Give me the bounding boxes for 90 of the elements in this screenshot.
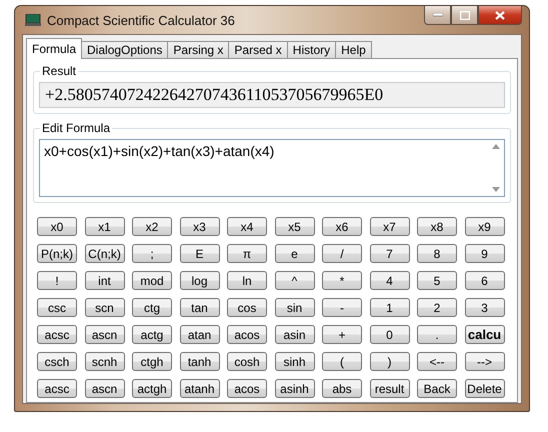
keypad-button[interactable]: ! <box>37 271 77 290</box>
keypad-button[interactable]: <-- <box>417 352 457 371</box>
keypad-button[interactable]: ( <box>322 352 362 371</box>
tab[interactable]: Help <box>335 41 372 59</box>
keypad-button[interactable]: - <box>322 298 362 317</box>
keypad-button[interactable]: π <box>227 244 267 263</box>
keypad-button[interactable]: acos <box>227 325 267 344</box>
keypad-button[interactable]: . <box>417 325 457 344</box>
keypad-button[interactable]: / <box>322 244 362 263</box>
keypad-button[interactable]: x6 <box>322 217 362 236</box>
keypad-button[interactable]: 5 <box>417 271 457 290</box>
keypad-button[interactable]: scnh <box>84 352 124 371</box>
keypad-button[interactable]: ascn <box>84 325 124 344</box>
keypad-button[interactable]: ln <box>227 271 267 290</box>
keypad-button[interactable]: 2 <box>417 298 457 317</box>
tab[interactable]: DialogOptions <box>81 41 168 59</box>
result-field: +2.58057407242264270743611053705679965E0 <box>39 82 505 108</box>
keypad-button[interactable]: * <box>322 271 362 290</box>
close-icon <box>495 10 505 20</box>
close-button[interactable] <box>478 6 522 25</box>
keypad-button[interactable]: actg <box>132 325 172 344</box>
keypad-button[interactable]: ctg <box>132 298 172 317</box>
keypad-button[interactable]: C(n;k) <box>84 244 124 263</box>
keypad-button[interactable]: ^ <box>274 271 314 290</box>
keypad-button[interactable]: scn <box>84 298 124 317</box>
minimize-icon <box>432 13 442 17</box>
keypad-button[interactable]: 1 <box>370 298 410 317</box>
tab[interactable]: Formula <box>26 38 82 59</box>
keypad-button[interactable]: csc <box>37 298 77 317</box>
maximize-button[interactable] <box>451 6 478 25</box>
tab[interactable]: History <box>286 41 336 59</box>
keypad-button[interactable]: sin <box>274 298 314 317</box>
keypad-button[interactable]: abs <box>322 379 362 398</box>
keypad-button[interactable]: 7 <box>370 244 410 263</box>
scroll-down-icon[interactable] <box>492 187 500 192</box>
minimize-button[interactable] <box>424 6 451 25</box>
keypad-button[interactable]: asinh <box>274 379 314 398</box>
keypad-button[interactable]: x4 <box>227 217 267 236</box>
keypad-button[interactable]: tanh <box>180 352 220 371</box>
keypad-button[interactable]: Back <box>417 379 457 398</box>
group-label: Edit Formula <box>40 121 112 135</box>
keypad-button[interactable]: x0 <box>37 217 77 236</box>
tab[interactable]: Parsing x <box>167 41 230 59</box>
keypad-button[interactable]: sinh <box>274 352 314 371</box>
window-title: Compact Scientific Calculator 36 <box>47 12 235 28</box>
keypad-button[interactable]: int <box>84 271 124 290</box>
keypad-button[interactable]: 6 <box>464 271 504 290</box>
keypad-button[interactable]: e <box>274 244 314 263</box>
keypad-button[interactable]: x3 <box>180 217 220 236</box>
keypad-button[interactable]: tan <box>180 298 220 317</box>
keypad-button[interactable]: acos <box>227 379 267 398</box>
keypad-button[interactable]: atan <box>180 325 220 344</box>
keypad-button[interactable]: 3 <box>464 298 504 317</box>
keypad-button[interactable]: x7 <box>370 217 410 236</box>
keypad-button[interactable]: acsc <box>37 325 77 344</box>
tab[interactable]: Parsed x <box>228 41 288 59</box>
keypad-button[interactable]: acsc <box>37 379 77 398</box>
keypad-button[interactable]: x8 <box>417 217 457 236</box>
keypad-button[interactable]: x9 <box>464 217 504 236</box>
formula-input[interactable]: x0+cos(x1)+sin(x2)+tan(x3)+atan(x4) <box>39 139 505 197</box>
keypad-button[interactable]: log <box>180 271 220 290</box>
keypad-button[interactable]: atanh <box>180 379 220 398</box>
keypad-button[interactable]: --> <box>464 352 504 371</box>
keypad-button[interactable]: 9 <box>464 244 504 263</box>
keypad-button[interactable]: asin <box>274 325 314 344</box>
keypad-button[interactable]: csch <box>37 352 77 371</box>
keypad-button[interactable]: ; <box>132 244 172 263</box>
keypad-button[interactable]: P(n;k) <box>37 244 77 263</box>
keypad-button[interactable]: 0 <box>370 325 410 344</box>
calculator-icon <box>25 14 41 26</box>
keypad-button[interactable]: result <box>370 379 410 398</box>
keypad-button[interactable]: + <box>322 325 362 344</box>
keypad-button[interactable]: ) <box>370 352 410 371</box>
keypad-button[interactable]: ctgh <box>132 352 172 371</box>
keypad-button[interactable]: calcu <box>464 325 504 344</box>
keypad-button[interactable]: cos <box>227 298 267 317</box>
keypad-button[interactable]: 8 <box>417 244 457 263</box>
keypad-button[interactable]: mod <box>132 271 172 290</box>
keypad-button[interactable]: Delete <box>464 379 504 398</box>
keypad-button[interactable]: ascn <box>84 379 124 398</box>
scroll-up-icon[interactable] <box>492 144 500 149</box>
keypad-button[interactable]: actgh <box>132 379 172 398</box>
keypad-button[interactable]: 4 <box>370 271 410 290</box>
keypad-button[interactable]: cosh <box>227 352 267 371</box>
group-label: Result <box>40 64 78 78</box>
keypad-button[interactable]: x2 <box>132 217 172 236</box>
keypad-button[interactable]: x1 <box>84 217 124 236</box>
keypad-button[interactable]: E <box>180 244 220 263</box>
keypad-button[interactable]: x5 <box>274 217 314 236</box>
maximize-icon <box>460 10 470 20</box>
